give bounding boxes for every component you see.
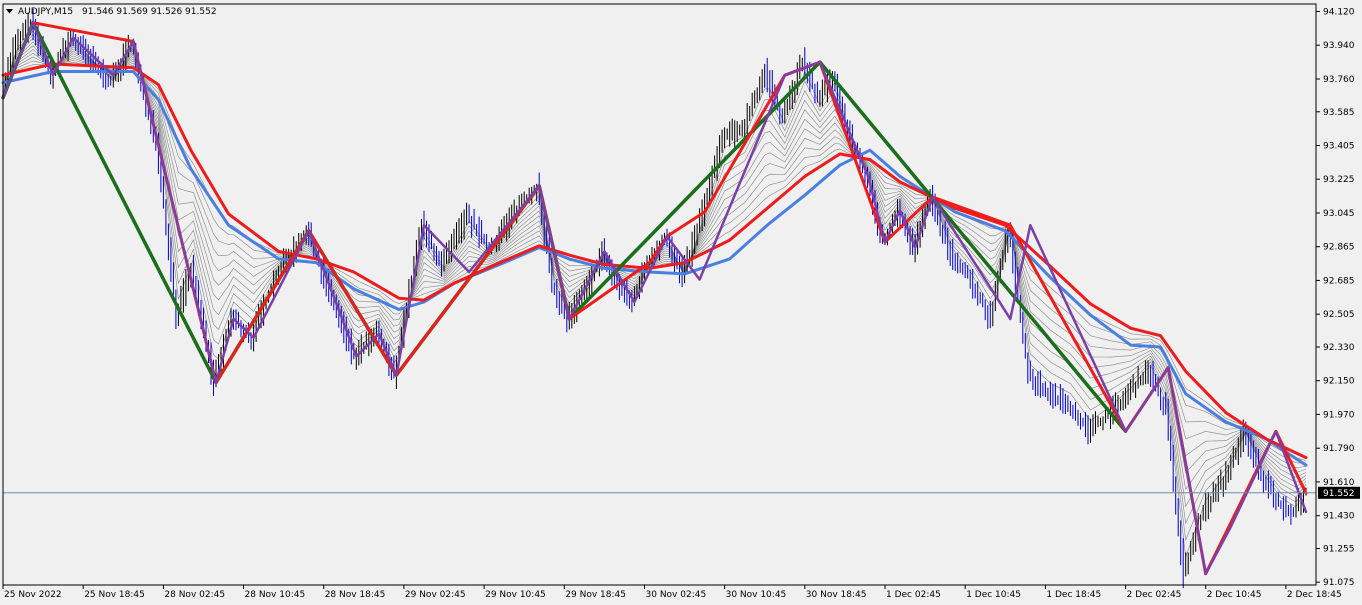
y-tick-label: 91.610 — [1323, 478, 1355, 488]
y-tick-label: 93.405 — [1323, 142, 1355, 152]
y-tick-label: 93.760 — [1323, 75, 1355, 85]
y-tick-label: 92.685 — [1323, 276, 1355, 286]
x-tick-label: 1 Dec 02:45 — [886, 590, 941, 600]
y-tick-label: 93.585 — [1323, 108, 1355, 118]
x-tick-label: 25 Nov 18:45 — [84, 590, 145, 600]
x-tick-label: 25 Nov 2022 — [4, 590, 62, 600]
x-tick-label: 2 Dec 18:45 — [1287, 590, 1342, 600]
y-tick-label: 92.865 — [1323, 243, 1355, 253]
x-tick-label: 29 Nov 18:45 — [565, 590, 626, 600]
x-tick-label: 2 Dec 02:45 — [1127, 590, 1182, 600]
x-tick-label: 28 Nov 18:45 — [325, 590, 386, 600]
x-tick-label: 28 Nov 02:45 — [164, 590, 225, 600]
current-price-badge: 91.552 — [1318, 486, 1360, 499]
chart-header: AUDJPY,M15 91.546 91.569 91.526 91.552 — [6, 7, 217, 17]
x-tick-label: 30 Nov 10:45 — [726, 590, 787, 600]
x-tick-label: 30 Nov 02:45 — [646, 590, 707, 600]
y-tick-label: 91.255 — [1323, 545, 1355, 555]
symbol-label: AUDJPY,M15 — [18, 7, 73, 17]
x-tick-label: 30 Nov 18:45 — [806, 590, 867, 600]
y-tick-label: 91.430 — [1323, 512, 1355, 522]
y-tick-label: 92.330 — [1323, 343, 1355, 353]
y-tick-label: 93.940 — [1323, 41, 1355, 51]
y-tick-label: 92.505 — [1323, 310, 1355, 320]
x-tick-label: 29 Nov 10:45 — [485, 590, 546, 600]
price-badge-label: 91.552 — [1323, 489, 1355, 499]
x-tick-label: 2 Dec 10:45 — [1207, 590, 1262, 600]
y-tick-label: 91.970 — [1323, 410, 1355, 420]
ohlc-values: 91.546 91.569 91.526 91.552 — [82, 7, 217, 17]
y-tick-label: 91.790 — [1323, 444, 1355, 454]
x-tick-label: 1 Dec 10:45 — [966, 590, 1021, 600]
chart-window[interactable]: 94.120 93.940 93.760 93.585 93.405 93.225 93.0… — [0, 0, 1362, 605]
x-tick-label: 1 Dec 18:45 — [1046, 590, 1101, 600]
y-tick-label: 93.225 — [1323, 175, 1355, 185]
y-tick-label: 93.045 — [1323, 209, 1355, 219]
chart-background — [0, 0, 1362, 605]
y-tick-label: 91.075 — [1323, 578, 1355, 588]
x-tick-label: 29 Nov 02:45 — [405, 590, 466, 600]
y-tick-label: 94.120 — [1323, 8, 1355, 18]
price-chart[interactable]: 94.120 93.940 93.760 93.585 93.405 93.225 93.0… — [0, 0, 1362, 605]
y-tick-label: 92.150 — [1323, 377, 1355, 387]
x-tick-label: 28 Nov 10:45 — [245, 590, 306, 600]
